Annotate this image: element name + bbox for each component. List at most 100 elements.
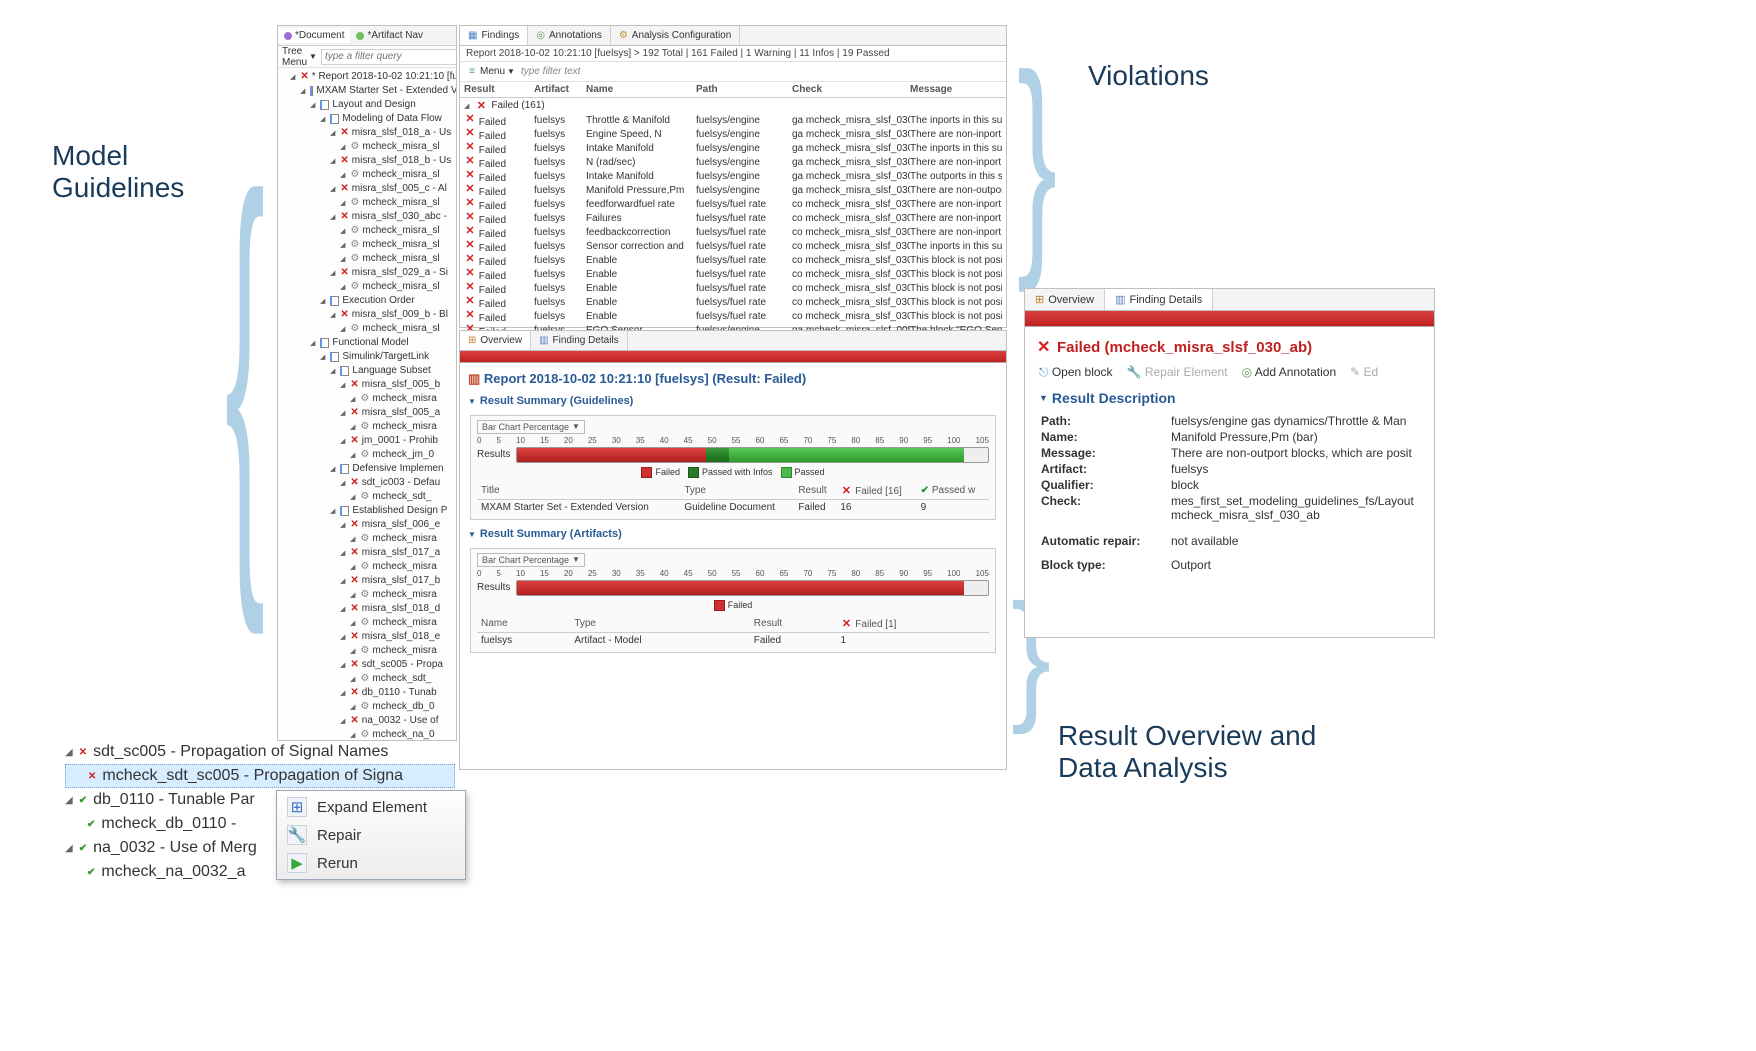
tree-node[interactable]: ⚙mcheck_jm_0	[280, 448, 456, 462]
tree-node[interactable]: ✕misra_slsf_017_b	[280, 574, 456, 588]
tree-node[interactable]: ⚙mcheck_misra	[280, 644, 456, 658]
tree-node[interactable]: ✕misra_slsf_009_b - Bl	[280, 308, 456, 322]
artifacts-bar	[516, 580, 989, 596]
findings-row[interactable]: ✕ FailedfuelsysEnablefuelsys/fuel rateco…	[460, 309, 1006, 323]
findings-row[interactable]: ✕ FailedfuelsysEnablefuelsys/fuel rateco…	[460, 281, 1006, 295]
tab-document[interactable]: *Document	[278, 28, 350, 43]
tree-row-selected[interactable]: ✕mcheck_sdt_sc005 - Propagation of Signa	[65, 764, 455, 788]
failed-group-row[interactable]: ✕Failed (161)	[460, 98, 1006, 113]
tree-node[interactable]: ✕misra_slsf_030_abc -	[280, 210, 456, 224]
findings-menu-dropdown[interactable]: ≡Menu▼	[466, 66, 515, 78]
tree-node[interactable]: ⚙mcheck_misra_sl	[280, 196, 456, 210]
tree-node[interactable]: ⚙mcheck_misra	[280, 560, 456, 574]
tree-node[interactable]: ⚙mcheck_misra_sl	[280, 322, 456, 336]
findings-row[interactable]: ✕ FailedfuelsysIntake Manifoldfuelsys/en…	[460, 141, 1006, 155]
menu-rerun[interactable]: ▶Rerun	[279, 849, 463, 877]
tree-root[interactable]: * Report 2018-10-02 10:21:10 [fuels	[312, 70, 456, 84]
bartype-select[interactable]: Bar Chart Percentage▼	[477, 420, 585, 434]
tree-node[interactable]: ⚙mcheck_db_0	[280, 700, 456, 714]
pass-icon: ✔	[87, 819, 95, 830]
tree-node[interactable]: ✕misra_slsf_018_d	[280, 602, 456, 616]
findings-row[interactable]: ✕ FailedfuelsysEnablefuelsys/fuel rateco…	[460, 253, 1006, 267]
tab-artifact-nav[interactable]: *Artifact Nav	[350, 28, 429, 43]
tree-node[interactable]: ✕sdt_sc005 - Propa	[280, 658, 456, 672]
tree-node[interactable]: ✕sdt_ic003 - Defau	[280, 476, 456, 490]
findings-row[interactable]: ✕ Failedfuelsysfeedbackcorrectionfuelsys…	[460, 225, 1006, 239]
tree-node[interactable]: ✕misra_slsf_018_a - Us	[280, 126, 456, 140]
tab-annotations[interactable]: ◎Annotations	[528, 26, 611, 45]
tree-node[interactable]: Language Subset	[280, 364, 456, 378]
tree-node[interactable]: Functional Model	[280, 336, 456, 350]
findings-row[interactable]: ✕ FailedfuelsysN (rad/sec)fuelsys/engine…	[460, 155, 1006, 169]
tree-node[interactable]: ✕jm_0001 - Prohib	[280, 434, 456, 448]
tree-node[interactable]: Established Design P	[280, 504, 456, 518]
add-annotation-button[interactable]: ◎ Add Annotation	[1242, 365, 1337, 380]
tree-node[interactable]: ✕misra_slsf_005_c - Al	[280, 182, 456, 196]
fail-icon: ✕	[88, 771, 96, 782]
details-icon: ▥	[539, 335, 548, 346]
menu-repair[interactable]: 🔧Repair	[279, 821, 463, 849]
tree-row[interactable]: ◢✕sdt_sc005 - Propagation of Signal Name…	[65, 740, 455, 764]
findings-row[interactable]: ✕ FailedfuelsysIntake Manifoldfuelsys/en…	[460, 169, 1006, 183]
tree-filter-input[interactable]	[321, 49, 457, 65]
open-block-button[interactable]: ⎋ Open block	[1039, 365, 1113, 380]
tree-node[interactable]: ✕db_0110 - Tunab	[280, 686, 456, 700]
tree-node[interactable]: ✕misra_slsf_005_a	[280, 406, 456, 420]
findings-row[interactable]: ✕ FailedfuelsysSensor correction andfuel…	[460, 239, 1006, 253]
tree-node[interactable]: ⚙mcheck_misra	[280, 616, 456, 630]
findings-filter-input[interactable]: type filter text	[521, 66, 580, 77]
guideline-tree[interactable]: ✕* Report 2018-10-02 10:21:10 [fuels MXA…	[278, 68, 456, 741]
dtab-overview[interactable]: ⊞Overview	[1025, 289, 1105, 310]
tree-node[interactable]: ✕misra_slsf_018_e	[280, 630, 456, 644]
annotation-violations: Violations	[1088, 60, 1209, 92]
tree-node[interactable]: ⚙mcheck_misra_sl	[280, 252, 456, 266]
tree-node[interactable]: ✕misra_slsf_017_a	[280, 546, 456, 560]
tree-node[interactable]: ⚙mcheck_misra	[280, 392, 456, 406]
menu-expand-element[interactable]: ⊞Expand Element	[279, 793, 463, 821]
tree-node[interactable]: ⚙mcheck_misra	[280, 532, 456, 546]
tree-node[interactable]: ⚙mcheck_misra_sl	[280, 238, 456, 252]
tree-node[interactable]: ✕misra_slsf_018_b - Us	[280, 154, 456, 168]
findings-row[interactable]: ✕ Failedfuelsysfeedforwardfuel ratefuels…	[460, 197, 1006, 211]
section-guidelines[interactable]: Result Summary (Guidelines)	[460, 391, 1006, 411]
section-artifacts[interactable]: Result Summary (Artifacts)	[460, 524, 1006, 544]
tree-node[interactable]: ✕misra_slsf_005_b	[280, 378, 456, 392]
results-axis-label-2: Results	[477, 582, 510, 593]
tree-node[interactable]: Layout and Design	[280, 98, 456, 112]
tree-node[interactable]: Modeling of Data Flow	[280, 112, 456, 126]
tab-config[interactable]: ⚙Analysis Configuration	[611, 26, 740, 45]
tab-findings[interactable]: ▦Findings	[460, 26, 528, 45]
dtab-finding-details[interactable]: ▥Finding Details	[1105, 289, 1213, 310]
tree-node[interactable]: ⚙mcheck_misra	[280, 588, 456, 602]
tree-node[interactable]: ⚙mcheck_misra_sl	[280, 224, 456, 238]
findings-row[interactable]: ✕ FailedfuelsysManifold Pressure,Pmfuels…	[460, 183, 1006, 197]
tree-node[interactable]: ✕misra_slsf_029_a - Si	[280, 266, 456, 280]
tree-node[interactable]: Defensive Implemen	[280, 462, 456, 476]
tree-node[interactable]: MXAM Starter Set - Extended V	[280, 84, 456, 98]
tree-node[interactable]: ✕misra_slsf_006_e	[280, 518, 456, 532]
tree-node[interactable]: ⚙mcheck_misra_sl	[280, 140, 456, 154]
findings-row[interactable]: ✕ FailedfuelsysEngine Speed, Nfuelsys/en…	[460, 127, 1006, 141]
wrench-icon: 🔧	[1127, 365, 1142, 379]
table-row[interactable]: MXAM Starter Set - Extended Version Guid…	[477, 500, 989, 516]
findings-row[interactable]: ✕ FailedfuelsysFailuresfuelsys/fuel rate…	[460, 211, 1006, 225]
findings-row[interactable]: ✕ FailedfuelsysThrottle & Manifoldfuelsy…	[460, 113, 1006, 127]
tree-node[interactable]: ⚙mcheck_misra_sl	[280, 280, 456, 294]
tree-node[interactable]: ⚙mcheck_sdt_	[280, 490, 456, 504]
tree-node[interactable]: Simulink/TargetLink	[280, 350, 456, 364]
tree-node[interactable]: ⚙mcheck_misra	[280, 420, 456, 434]
tree-node[interactable]: Execution Order	[280, 294, 456, 308]
findings-row[interactable]: ✕ FailedfuelsysEnablefuelsys/fuel rateco…	[460, 267, 1006, 281]
tree-node[interactable]: ⚙mcheck_misra_sl	[280, 168, 456, 182]
tree-menu-dropdown[interactable]: Tree Menu▼	[282, 46, 317, 68]
document-icon	[284, 32, 292, 40]
findings-panel: ▦Findings ◎Annotations ⚙Analysis Configu…	[459, 25, 1007, 328]
bartype-select-2[interactable]: Bar Chart Percentage▼	[477, 553, 585, 567]
tab-finding-details[interactable]: ▥Finding Details	[531, 331, 628, 350]
table-row[interactable]: fuelsys Artifact - Model Failed 1	[477, 633, 989, 649]
result-description-header[interactable]: Result Description	[1025, 388, 1434, 408]
tree-node[interactable]: ✕na_0032 - Use of	[280, 714, 456, 728]
findings-row[interactable]: ✕ FailedfuelsysEnablefuelsys/fuel rateco…	[460, 295, 1006, 309]
tree-node[interactable]: ⚙mcheck_sdt_	[280, 672, 456, 686]
tab-overview[interactable]: ⊞Overview	[460, 331, 531, 350]
